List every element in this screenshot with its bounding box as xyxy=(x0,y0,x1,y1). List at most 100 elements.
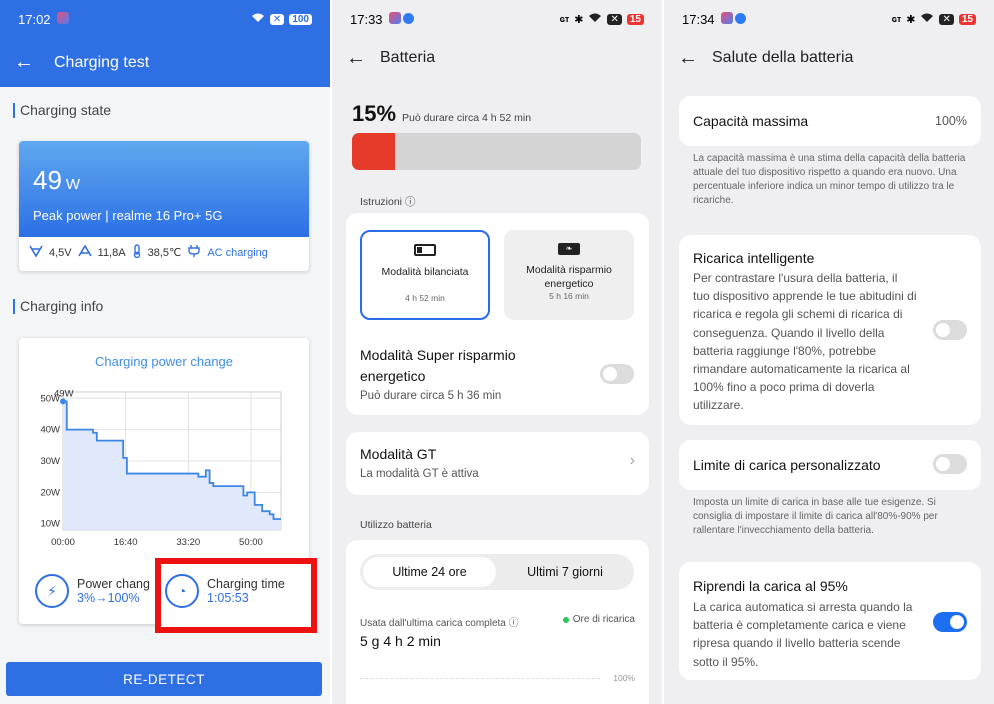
network-icon: ɢᴛ xyxy=(559,14,570,24)
mode-saver-label: Modalità risparmio energetico xyxy=(526,264,612,290)
leaf-battery-icon: ❧ xyxy=(558,243,580,255)
max-capacity-value: 100% xyxy=(935,114,967,128)
charging-test-screen: 17:02 ✕ 100 ← Charging test Charging sta… xyxy=(0,0,330,704)
super-saver-title: Modalità Super risparmio energetico xyxy=(360,347,516,384)
max-capacity-label: Capacità massima xyxy=(693,113,809,129)
sim-icon: ✕ xyxy=(269,13,285,25)
green-dot-icon xyxy=(562,616,569,623)
device-name: realme 16 Pro+ 5G xyxy=(112,208,223,223)
bluetooth-icon: ✱ xyxy=(906,13,916,26)
charging-info-heading: Charging info xyxy=(0,298,116,314)
x-tick-label: 33:20 xyxy=(176,537,200,548)
used-since-label: Usata dall'ultima carica completa ⓘ xyxy=(360,618,519,629)
status-bar: 17:34 ɢᴛ ✱ ✕ 15 xyxy=(664,0,994,38)
chevron-right-icon: › xyxy=(629,452,635,469)
y-tick-label: 20W xyxy=(40,487,60,498)
power-change-label: Power chang xyxy=(77,577,150,591)
x-tick-label: 00:00 xyxy=(51,537,75,548)
page-title: Charging test xyxy=(54,53,150,71)
app-notification-icon xyxy=(56,11,69,24)
battery-duration: Può durare circa 4 h 52 min xyxy=(402,112,532,124)
charging-time-label: Charging time xyxy=(207,577,285,591)
mode-saver-time: 5 h 16 min xyxy=(549,291,589,301)
resume-charging-card: Riprendi la carica al 95% La carica auto… xyxy=(679,562,981,680)
recharge-legend: Ore di ricarica xyxy=(562,614,635,625)
usage-tabs: Ultime 24 ore Ultimi 7 giorni xyxy=(360,554,634,590)
battery-screen: 17:33 ɢᴛ ✱ ✕ 15 ← Batteria 15% Può durare ci… xyxy=(332,0,662,704)
x-tick-label: 16:40 xyxy=(114,537,138,548)
temperature-value: 38,5℃ xyxy=(147,247,182,259)
charging-time-highlight: ◔ Charging time 1:05:53 xyxy=(155,558,317,633)
resume-charging-toggle[interactable] xyxy=(933,612,967,632)
smart-charging-description: Per contrastare l'usura della batteria, … xyxy=(693,271,917,413)
gt-mode-title: Modalità GT xyxy=(360,446,437,462)
peak-power-label: Peak power xyxy=(33,208,102,223)
screenshot-collage: 17:02 ✕ 100 ← Charging test Charging sta… xyxy=(0,0,994,704)
network-icon: ɢᴛ xyxy=(891,14,902,24)
tab-last-7-days[interactable]: Ultimi 7 giorni xyxy=(499,557,631,587)
info-icon: ⓘ xyxy=(508,618,519,629)
battery-level-bar xyxy=(352,133,641,170)
charging-state-card: 49 W Peak power | realme 16 Pro+ 5G 4,5V … xyxy=(19,141,309,271)
back-arrow-icon[interactable]: ← xyxy=(14,51,34,74)
power-change-value: 3%→100% xyxy=(77,591,140,605)
back-arrow-icon[interactable]: ← xyxy=(678,47,698,70)
custom-limit-description: Imposta un limite di carica in base alle… xyxy=(693,497,938,536)
page-title: Batteria xyxy=(380,49,436,66)
app-notification-icon xyxy=(720,11,733,24)
y-tick-label: 10W xyxy=(40,519,60,530)
plug-icon xyxy=(187,244,201,261)
bolt-icon: ⚡ xyxy=(35,574,69,608)
gt-mode-row[interactable]: Modalità GT La modalità GT è attiva › xyxy=(346,432,649,495)
peak-annotation: 49W xyxy=(54,388,74,399)
voltage-value: 4,5V xyxy=(49,246,72,259)
tab-last-24h[interactable]: Ultime 24 ore xyxy=(363,557,496,587)
max-capacity-row: Capacità massima 100% xyxy=(679,96,981,146)
app-notification-icon xyxy=(734,12,746,24)
power-value: 49 xyxy=(33,165,62,195)
charging-time-info: ◔ Charging time 1:05:53 xyxy=(165,574,285,608)
x-tick-label: 50:00 xyxy=(239,537,263,548)
page-title: Salute della batteria xyxy=(712,49,854,66)
battery-level: 15 xyxy=(626,13,644,25)
smart-charging-toggle[interactable] xyxy=(933,320,967,340)
super-saver-toggle[interactable] xyxy=(600,364,634,384)
status-time: 17:33 xyxy=(350,11,383,27)
series-area xyxy=(63,401,281,530)
gt-mode-subtitle: La modalità GT è attiva xyxy=(360,468,479,480)
charger-type: AC charging xyxy=(207,246,268,259)
power-change-info: ⚡ Power chang 3%→100% xyxy=(35,574,150,608)
info-icon: ⓘ xyxy=(404,196,416,208)
instructions-label[interactable]: Istruzioni ⓘ xyxy=(360,194,415,209)
battery-icon xyxy=(414,244,436,256)
smart-charging-title: Ricarica intelligente xyxy=(693,250,815,266)
battery-percent: 15% xyxy=(352,101,397,126)
custom-limit-row: Limite di carica personalizzato xyxy=(679,440,981,490)
usage-card: Ultime 24 ore Ultimi 7 giorni Usata dall… xyxy=(346,540,649,704)
battery-level-fill xyxy=(352,133,396,170)
battery-usage-label: Utilizzo batteria xyxy=(360,519,432,531)
app-header: 17:02 ✕ 100 ← Charging test xyxy=(0,0,330,87)
battery-level: 15 xyxy=(958,13,976,25)
mode-saver-option[interactable]: ❧ Modalità risparmio energetico 5 h 16 m… xyxy=(504,230,634,320)
y-tick-label: 40W xyxy=(40,425,60,436)
redetect-button[interactable]: RE-DETECT xyxy=(6,662,322,696)
mode-balanced-option[interactable]: Modalità bilanciata 4 h 52 min xyxy=(360,230,490,320)
power-unit: W xyxy=(65,176,81,193)
battery-health-screen: 17:34 ɢᴛ ✱ ✕ 15 ← Salute della batteria Capa… xyxy=(664,0,994,704)
mode-balanced-time: 4 h 52 min xyxy=(405,293,445,303)
y-tick-label: 30W xyxy=(40,456,60,467)
app-notification-icon xyxy=(402,12,414,24)
super-saver-subtitle: Può durare circa 5 h 36 min xyxy=(360,390,502,402)
custom-limit-toggle[interactable] xyxy=(933,454,967,474)
back-arrow-icon[interactable]: ← xyxy=(346,47,366,70)
wifi-icon xyxy=(251,12,265,26)
status-bar: 17:33 ɢᴛ ✱ ✕ 15 xyxy=(332,0,662,38)
mode-balanced-label: Modalità bilanciata xyxy=(381,266,469,278)
resume-charging-title: Riprendi la carica al 95% xyxy=(693,578,848,594)
sim-icon: ✕ xyxy=(939,13,954,25)
smart-charging-card: Ricarica intelligente Per contrastare l'… xyxy=(679,235,981,425)
current-value: 11,8A xyxy=(97,246,126,259)
status-bar: 17:02 ✕ 100 xyxy=(0,0,330,38)
wifi-icon xyxy=(588,12,602,26)
